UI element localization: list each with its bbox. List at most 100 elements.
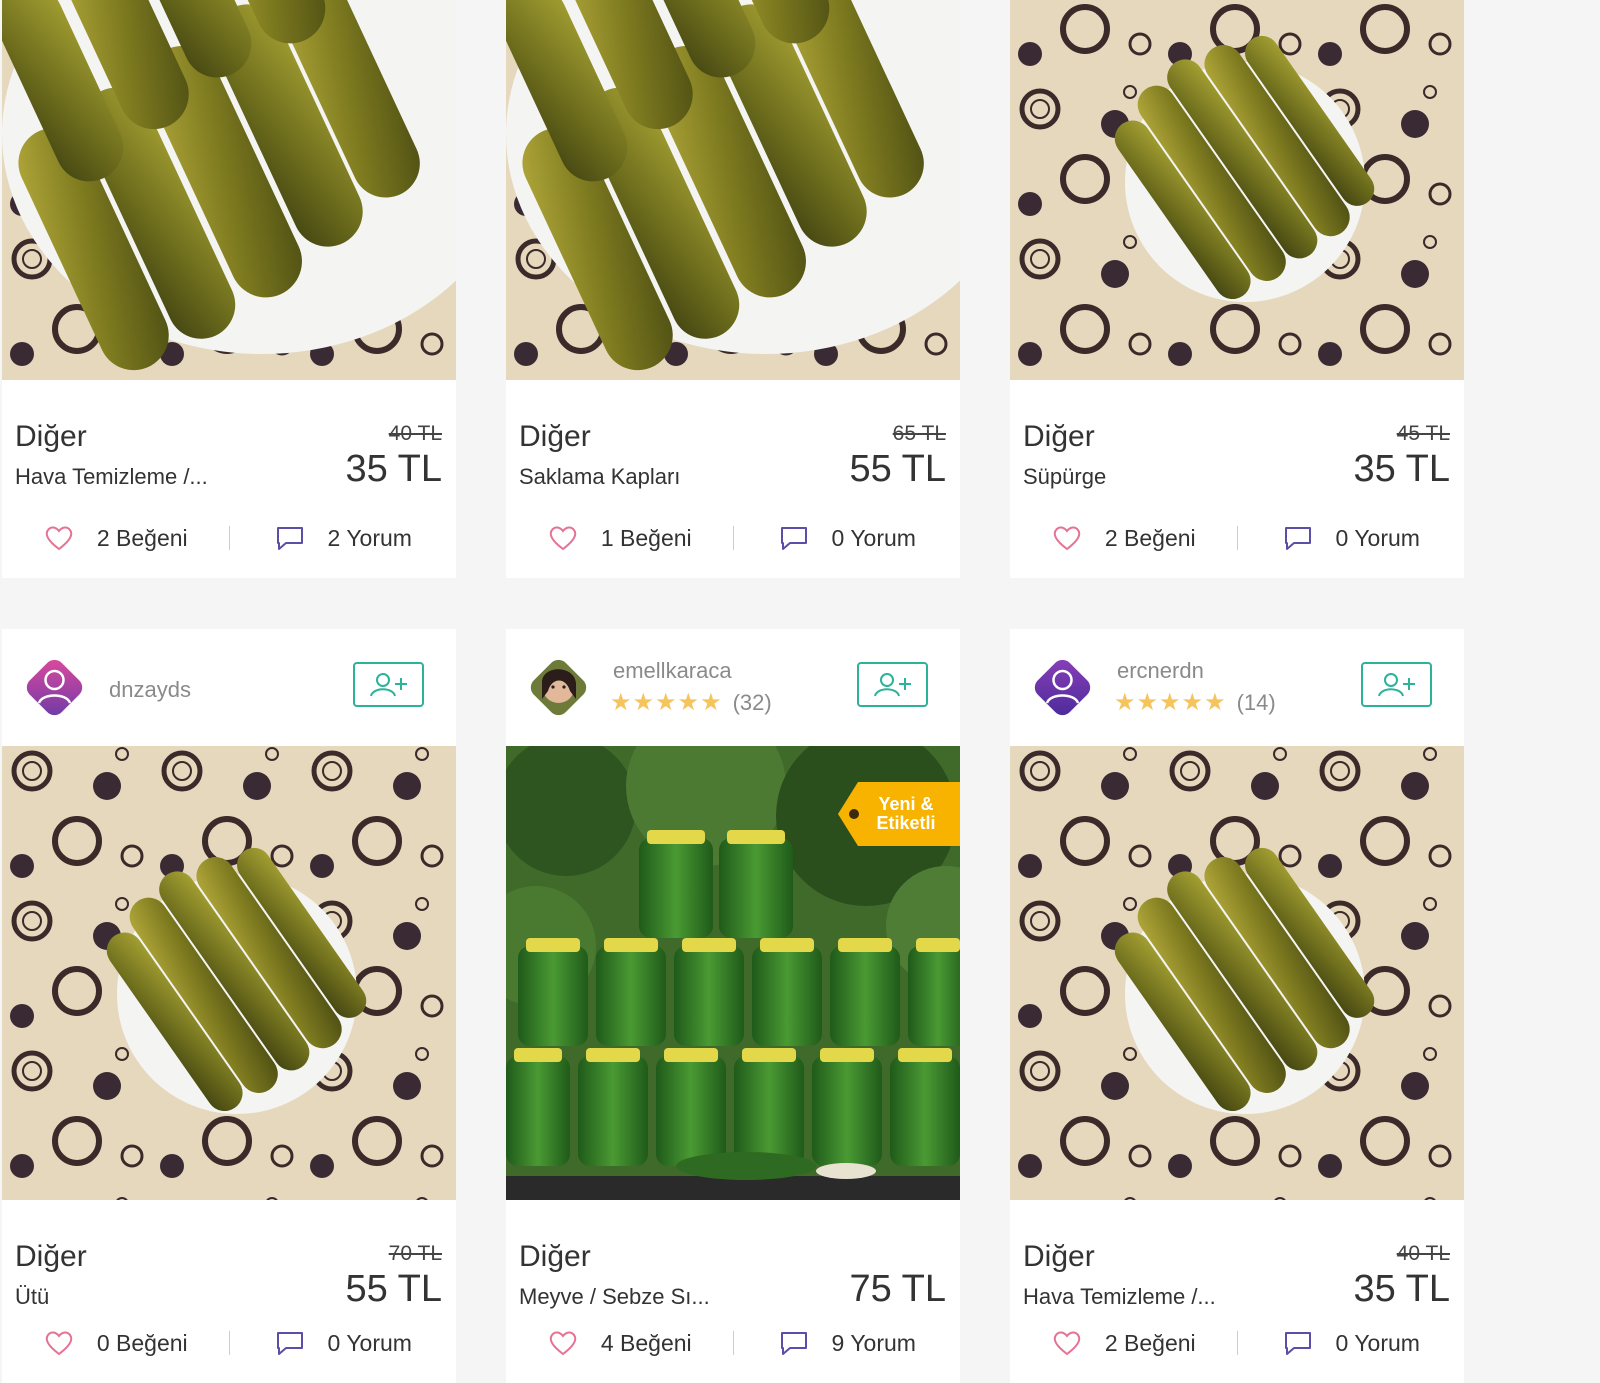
star-icon: ★ xyxy=(610,689,632,716)
product-stats: 2 Beğeni 0 Yorum xyxy=(1010,1303,1464,1383)
avatar[interactable] xyxy=(522,651,595,724)
product-photo[interactable] xyxy=(506,0,960,380)
comment-icon xyxy=(1284,527,1311,550)
comment-count: 0 Yorum xyxy=(1335,524,1420,551)
heart-icon xyxy=(1053,1331,1081,1355)
seller-name[interactable]: emellkaraca xyxy=(613,658,732,684)
star-icon: ★ xyxy=(1114,689,1136,716)
product-stats: 0 Beğeni 0 Yorum xyxy=(2,1303,456,1383)
product-photo[interactable] xyxy=(1010,0,1464,380)
product-card[interactable]: Diğer Süpürge 45 TL 35 TL 2 Beğeni 0 Yor… xyxy=(1010,0,1464,578)
like-count: 1 Beğeni xyxy=(600,524,692,551)
product-card[interactable]: Diğer Saklama Kapları 65 TL 55 TL 1 Beğe… xyxy=(506,0,960,578)
comment-button[interactable]: 0 Yorum xyxy=(734,524,961,552)
seller-name[interactable]: ercnerdn xyxy=(1117,658,1204,684)
old-price: 40 TL xyxy=(1396,1242,1450,1265)
product-stats: 4 Beğeni 9 Yorum xyxy=(506,1303,960,1383)
star-icon: ★ xyxy=(1159,689,1181,716)
like-button[interactable]: 0 Beğeni xyxy=(2,1329,229,1357)
heart-icon xyxy=(1053,526,1081,550)
product-subcategory: Saklama Kapları xyxy=(519,464,681,489)
like-count: 2 Beğeni xyxy=(1104,1329,1196,1356)
heart-icon xyxy=(549,526,577,550)
comment-icon xyxy=(780,527,807,550)
badge-line-1: Yeni & xyxy=(878,794,934,814)
product-subcategory: Hava Temizleme /... xyxy=(15,464,208,489)
old-price: 65 TL xyxy=(892,422,946,445)
comment-count: 0 Yorum xyxy=(327,1329,412,1356)
comment-icon xyxy=(276,527,303,550)
avatar[interactable] xyxy=(18,651,91,724)
seller-header: dnzayds xyxy=(2,629,456,746)
like-count: 4 Beğeni xyxy=(600,1329,692,1356)
comment-count: 0 Yorum xyxy=(1335,1329,1420,1356)
user-photo-avatar xyxy=(530,659,587,716)
star-icon: ★ xyxy=(677,689,700,716)
like-count: 0 Beğeni xyxy=(96,1329,188,1356)
user-avatar-icon xyxy=(26,659,83,716)
old-price: 45 TL xyxy=(1396,422,1450,445)
like-button[interactable]: 2 Beğeni xyxy=(1010,1329,1237,1357)
follow-button[interactable] xyxy=(857,662,928,707)
seller-rating: ★ ★ ★ ★ ★ (32) xyxy=(610,690,772,716)
user-plus-icon xyxy=(873,672,911,696)
product-category: Diğer xyxy=(519,420,591,453)
product-card[interactable]: emellkaraca ★ ★ ★ ★ ★ (32) Yeni & Etiket… xyxy=(506,629,960,1383)
product-card[interactable]: ercnerdn ★ ★ ★ ★ ★ (14) Diğer Hava Temiz… xyxy=(1010,629,1464,1383)
star-icon: ★ xyxy=(1204,689,1226,716)
product-category: Diğer xyxy=(1023,1240,1095,1273)
star-icon: ★ xyxy=(655,689,677,716)
comment-icon xyxy=(276,1332,303,1355)
comment-button[interactable]: 9 Yorum xyxy=(734,1329,961,1357)
product-category: Diğer xyxy=(15,1240,87,1273)
seller-name[interactable]: dnzayds xyxy=(109,677,191,703)
comment-icon xyxy=(780,1332,807,1355)
product-card[interactable]: Diğer Hava Temizleme /... 40 TL 35 TL 2 … xyxy=(2,0,456,578)
like-button[interactable]: 4 Beğeni xyxy=(506,1329,733,1357)
price: 35 TL xyxy=(345,448,442,490)
heart-icon xyxy=(45,1331,73,1355)
product-stats: 1 Beğeni 0 Yorum xyxy=(506,498,960,578)
like-count: 2 Beğeni xyxy=(1104,524,1196,551)
comment-count: 0 Yorum xyxy=(831,524,916,551)
seller-rating: ★ ★ ★ ★ ★ (14) xyxy=(1114,690,1276,716)
follow-button[interactable] xyxy=(1361,662,1432,707)
price: 35 TL xyxy=(1353,448,1450,490)
comment-count: 9 Yorum xyxy=(831,1329,916,1356)
product-category: Diğer xyxy=(15,420,87,453)
like-button[interactable]: 2 Beğeni xyxy=(2,524,229,552)
avatar[interactable] xyxy=(1026,651,1099,724)
product-photo[interactable] xyxy=(2,0,456,380)
old-price: 70 TL xyxy=(388,1242,442,1265)
follow-button[interactable] xyxy=(353,662,424,707)
comment-button[interactable]: 0 Yorum xyxy=(1238,524,1465,552)
product-stats: 2 Beğeni 0 Yorum xyxy=(1010,498,1464,578)
seller-header: emellkaraca ★ ★ ★ ★ ★ (32) xyxy=(506,629,960,746)
product-stats: 2 Beğeni 2 Yorum xyxy=(2,498,456,578)
comment-button[interactable]: 0 Yorum xyxy=(230,1329,457,1357)
comment-button[interactable]: 0 Yorum xyxy=(1238,1329,1465,1357)
product-photo[interactable]: Yeni & Etiketli xyxy=(506,746,960,1200)
price: 55 TL xyxy=(849,448,946,490)
star-icon: ★ xyxy=(1136,689,1159,716)
badge-line-2: Etiketli xyxy=(876,813,936,833)
product-card[interactable]: dnzayds Diğer Ütü 70 TL 55 TL 0 Beğeni 0… xyxy=(2,629,456,1383)
user-plus-icon xyxy=(369,672,407,696)
product-photo[interactable] xyxy=(1010,746,1464,1200)
product-photo[interactable] xyxy=(2,746,456,1200)
product-subcategory: Süpürge xyxy=(1023,464,1107,489)
seller-header: ercnerdn ★ ★ ★ ★ ★ (14) xyxy=(1010,629,1464,746)
heart-icon xyxy=(45,526,73,550)
product-category: Diğer xyxy=(1023,420,1095,453)
rating-count: (14) xyxy=(1236,690,1276,715)
like-button[interactable]: 2 Beğeni xyxy=(1010,524,1237,552)
comment-button[interactable]: 2 Yorum xyxy=(230,524,457,552)
comment-icon xyxy=(1284,1332,1311,1355)
product-category: Diğer xyxy=(519,1240,591,1273)
like-count: 2 Beğeni xyxy=(96,524,188,551)
user-plus-icon xyxy=(1377,672,1415,696)
comment-count: 2 Yorum xyxy=(327,524,412,551)
star-icon: ★ xyxy=(632,689,655,716)
like-button[interactable]: 1 Beğeni xyxy=(506,524,733,552)
old-price: 40 TL xyxy=(388,422,442,445)
